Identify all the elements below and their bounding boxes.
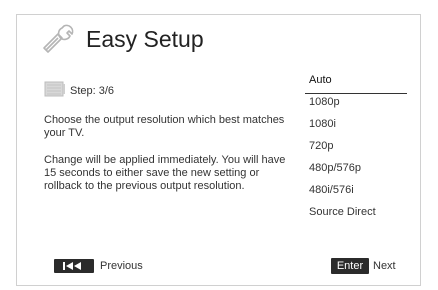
next-label: Next: [373, 260, 396, 272]
option-480p-576p[interactable]: 480p/576p: [305, 160, 407, 182]
instruction-paragraph: Choose the output resolution which best …: [44, 114, 285, 139]
resolution-options: Auto 1080p 1080i 720p 480p/576p 480i/576…: [305, 72, 407, 226]
option-1080i[interactable]: 1080i: [305, 116, 407, 138]
page-title: Easy Setup: [86, 26, 204, 52]
enter-button[interactable]: Enter: [331, 258, 369, 274]
option-1080p[interactable]: 1080p: [305, 94, 407, 116]
previous-label: Previous: [100, 260, 143, 272]
option-480i-576i[interactable]: 480i/576i: [305, 182, 407, 204]
instruction-paragraph: Change will be applied immediately. You …: [44, 154, 286, 192]
monitor-icon: [44, 81, 65, 97]
option-720p[interactable]: 720p: [305, 138, 407, 160]
previous-button[interactable]: [54, 259, 94, 273]
wrench-icon: [43, 24, 74, 53]
option-source-direct[interactable]: Source Direct: [305, 204, 407, 226]
instructions: Choose the output resolution which best …: [44, 114, 300, 207]
option-auto[interactable]: Auto: [305, 72, 407, 94]
step-label: Step: 3/6: [70, 85, 115, 97]
skip-back-icon: [63, 262, 81, 270]
